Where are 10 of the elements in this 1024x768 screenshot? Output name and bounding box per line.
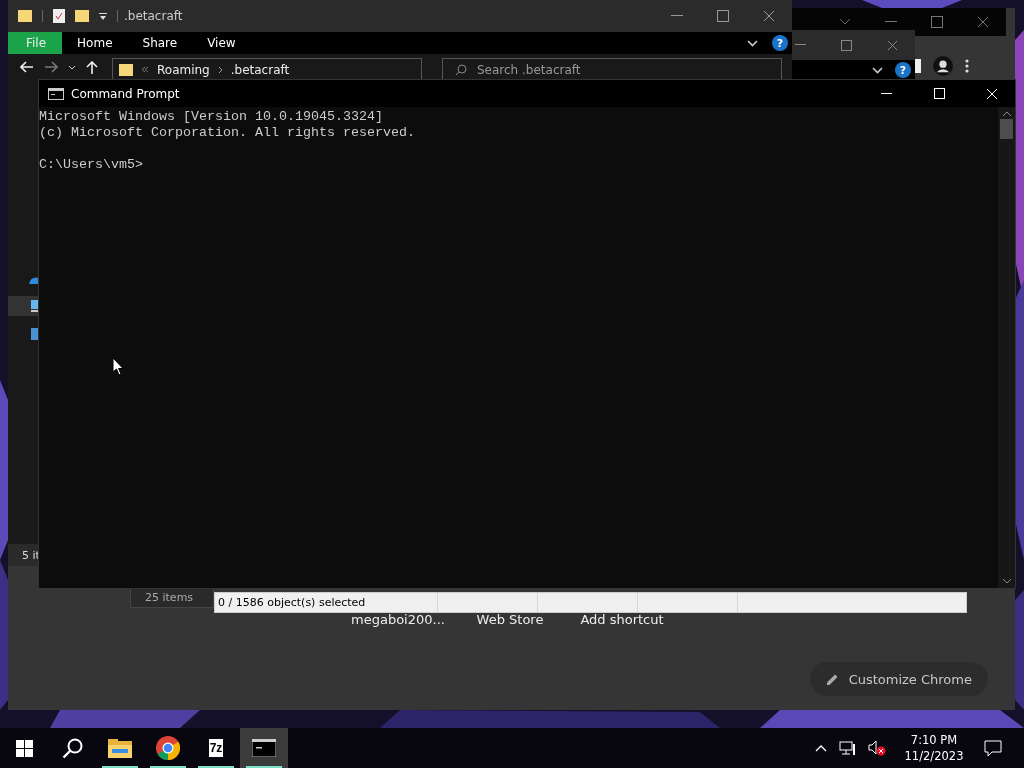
window-title: Command Prompt [71, 86, 180, 101]
app-label: 7z [208, 739, 224, 757]
window-title: .betacraft [124, 9, 183, 23]
status-text: 25 items [145, 591, 194, 604]
console-line: Microsoft Windows [Version 10.0.19045.3324] [39, 109, 383, 125]
clock-date: 11/2/2023 [904, 748, 964, 764]
console-prompt: C:\Users\vm5> [39, 157, 143, 173]
status-text: 0 / 1586 object(s) selected [215, 593, 438, 612]
console-line: (c) Microsoft Corporation. All rights reserved. [39, 125, 415, 141]
clock-time: 7:10 PM [910, 732, 958, 748]
